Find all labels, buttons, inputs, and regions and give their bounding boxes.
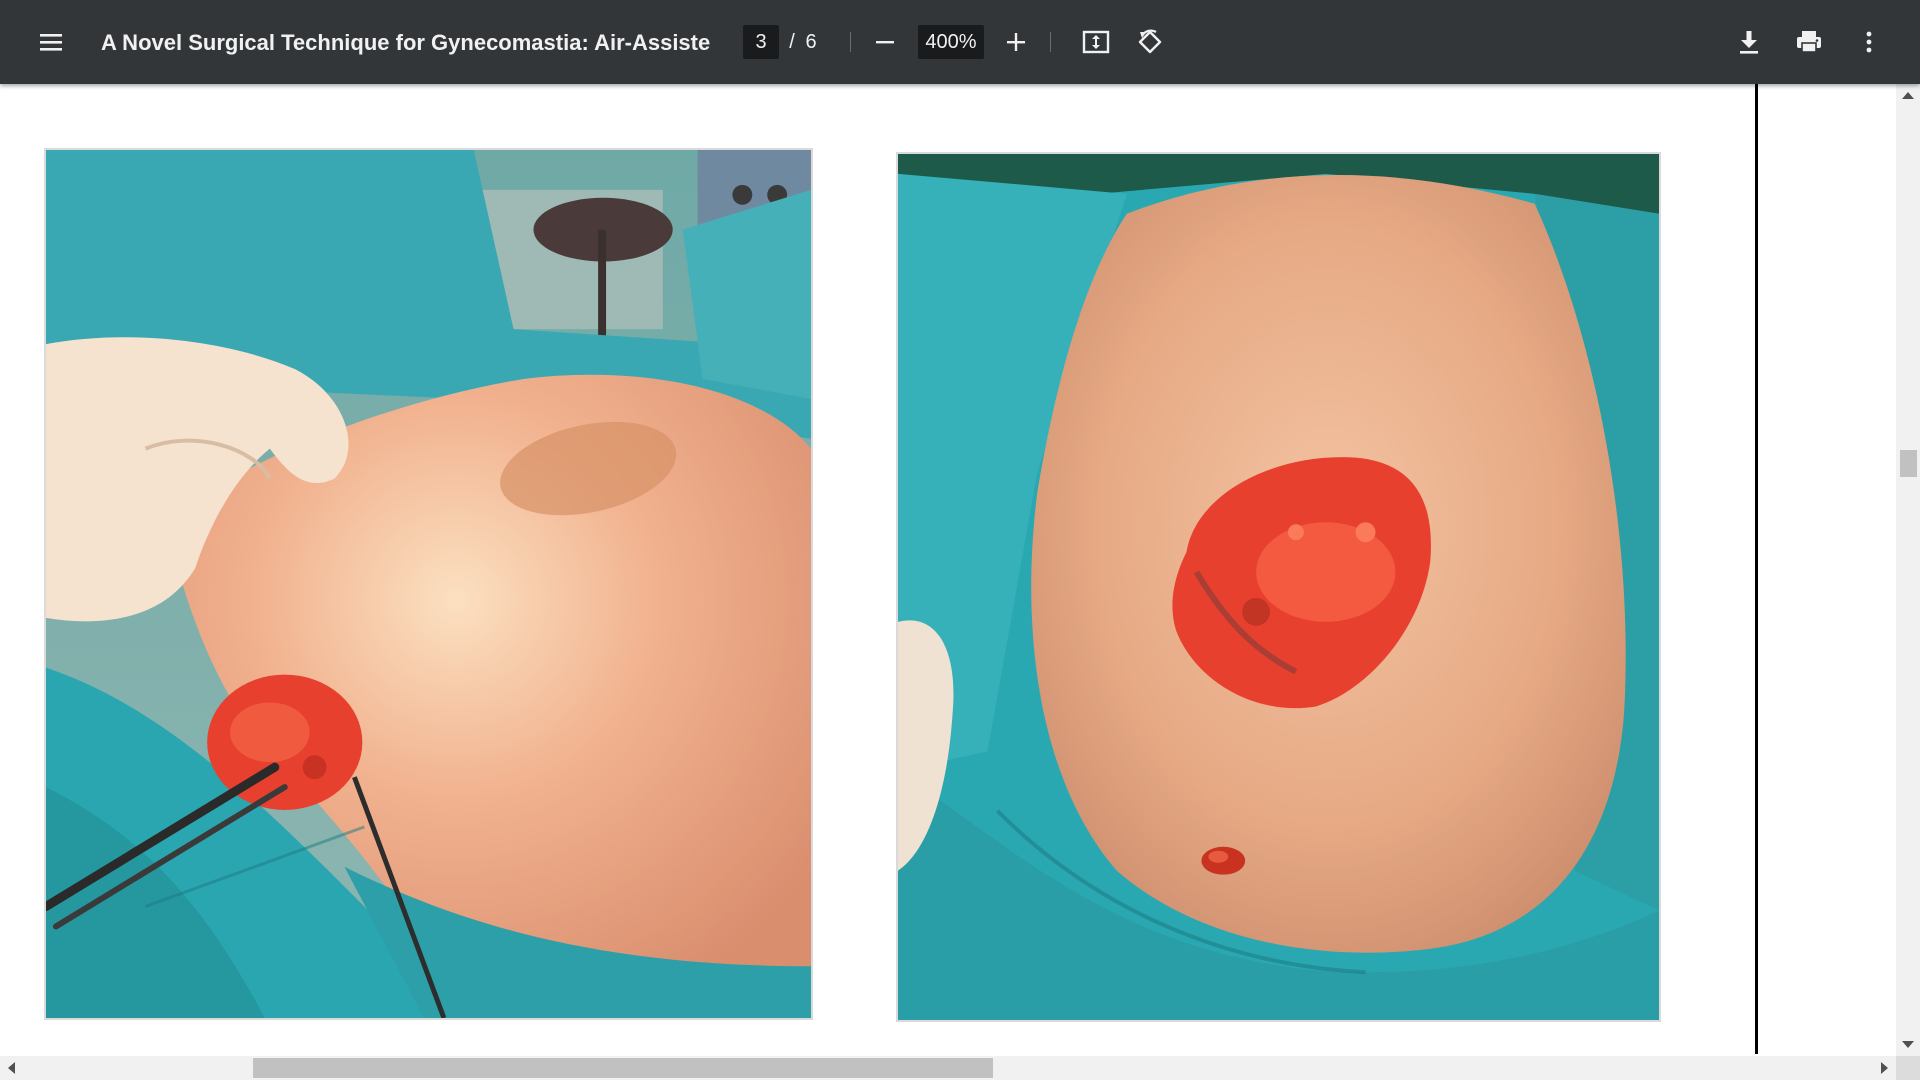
fit-to-page-button[interactable]	[1075, 21, 1117, 63]
download-icon	[1740, 31, 1758, 54]
fit-to-page-icon	[1082, 30, 1110, 54]
scroll-right-arrow-icon[interactable]	[1881, 1062, 1888, 1074]
surgical-photo-right	[898, 154, 1659, 1020]
minus-icon	[876, 41, 894, 44]
more-actions-button[interactable]	[1848, 21, 1890, 63]
menu-icon	[40, 34, 62, 51]
print-button[interactable]	[1788, 21, 1830, 63]
rotate-counterclockwise-icon	[1138, 29, 1162, 54]
print-icon	[1797, 31, 1821, 53]
current-page-input[interactable]: 3	[743, 25, 779, 59]
figure-left-surgical-photo	[44, 148, 813, 1020]
horizontal-scrollbar[interactable]	[0, 1056, 1896, 1080]
surgical-photo-left	[46, 150, 811, 1018]
pdf-toolbar: A Novel Surgical Technique for Gynecomas…	[0, 0, 1920, 84]
plus-icon	[1007, 33, 1025, 51]
pdf-viewer-canvas[interactable]	[0, 84, 1920, 1080]
figure-right-surgical-photo	[896, 152, 1661, 1022]
menu-button[interactable]	[30, 21, 72, 63]
zoom-level-input[interactable]: 400%	[918, 25, 984, 59]
scroll-left-arrow-icon[interactable]	[8, 1062, 15, 1074]
scroll-up-arrow-icon[interactable]	[1902, 92, 1914, 99]
toolbar-divider	[850, 32, 851, 52]
total-pages: 6	[805, 31, 817, 53]
zoom-out-button[interactable]	[864, 21, 906, 63]
vertical-scroll-thumb[interactable]	[1900, 450, 1917, 477]
rotate-button[interactable]	[1129, 21, 1171, 63]
scroll-down-arrow-icon[interactable]	[1902, 1041, 1914, 1048]
page-edge-shadow	[1755, 84, 1758, 1054]
zoom-in-button[interactable]	[995, 21, 1037, 63]
scrollbar-corner	[1896, 1056, 1920, 1080]
document-title: A Novel Surgical Technique for Gynecomas…	[101, 30, 711, 55]
toolbar-divider	[1050, 32, 1051, 52]
download-button[interactable]	[1728, 21, 1770, 63]
horizontal-scroll-thumb[interactable]	[253, 1058, 993, 1078]
page-separator: /	[789, 31, 795, 53]
more-vertical-icon	[1866, 31, 1872, 53]
vertical-scrollbar[interactable]	[1896, 84, 1920, 1056]
